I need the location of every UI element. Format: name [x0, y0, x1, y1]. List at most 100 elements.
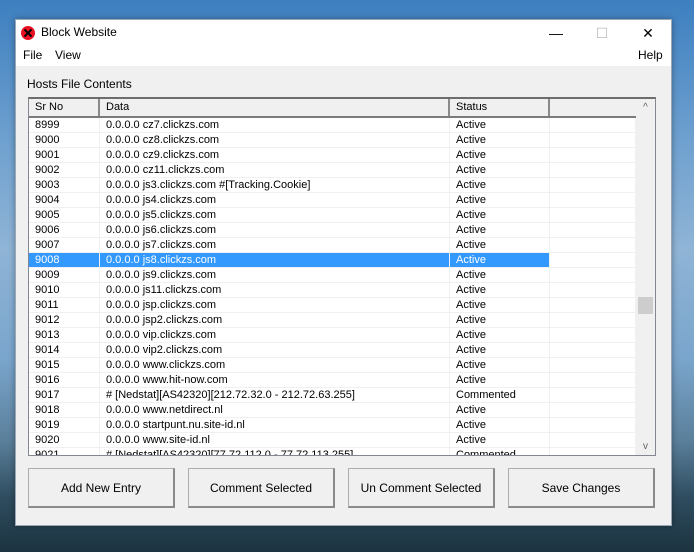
cell-empty	[550, 193, 636, 207]
cell-status: Active	[450, 118, 550, 132]
cell-sr-no: 9016	[29, 373, 100, 387]
cell-status: Active	[450, 358, 550, 372]
table-row[interactable]: 9007 0.0.0.0 js7.clickzs.com Active	[29, 238, 636, 253]
cell-status: Active	[450, 223, 550, 237]
column-header-empty[interactable]	[550, 99, 636, 116]
column-header-data[interactable]: Data	[100, 99, 450, 116]
table-row[interactable]: 9006 0.0.0.0 js6.clickzs.com Active	[29, 223, 636, 238]
table-row[interactable]: 9017 # [Nedstat][AS42320][212.72.32.0 - 2…	[29, 388, 636, 403]
cell-data: 0.0.0.0 cz9.clickzs.com	[100, 148, 450, 162]
scroll-down-icon[interactable]: v	[636, 438, 655, 455]
cell-data: 0.0.0.0 js7.clickzs.com	[100, 238, 450, 252]
table-row[interactable]: 9013 0.0.0.0 vip.clickzs.com Active	[29, 328, 636, 343]
cell-sr-no: 9001	[29, 148, 100, 162]
minimize-button[interactable]: —	[533, 20, 579, 46]
cell-status: Active	[450, 148, 550, 162]
cell-sr-no: 9007	[29, 238, 100, 252]
cell-sr-no: 9011	[29, 298, 100, 312]
cell-empty	[550, 448, 636, 455]
cell-empty	[550, 373, 636, 387]
table-row[interactable]: 9008 0.0.0.0 js8.clickzs.com Active	[29, 253, 636, 268]
table-row[interactable]: 9021 # [Nedstat][AS42320][77.72.112.0 - 7…	[29, 448, 636, 455]
cell-empty	[550, 268, 636, 282]
cell-data: 0.0.0.0 js9.clickzs.com	[100, 268, 450, 282]
cell-data: 0.0.0.0 vip.clickzs.com	[100, 328, 450, 342]
menu-bar: File View Help	[16, 46, 671, 66]
scroll-up-icon[interactable]: ^	[636, 99, 655, 116]
cell-data: 0.0.0.0 js4.clickzs.com	[100, 193, 450, 207]
maximize-button[interactable]: ☐	[579, 20, 625, 46]
hosts-list[interactable]: Sr No Data Status 8999 0.0.0.0 cz7.clickz…	[28, 97, 656, 456]
cell-data: 0.0.0.0 jsp.clickzs.com	[100, 298, 450, 312]
cell-status: Active	[450, 343, 550, 357]
menu-view[interactable]: View	[55, 48, 81, 62]
block-website-window: Block Website — ☐ ✕ File View Help Hosts…	[15, 19, 672, 526]
table-row[interactable]: 8999 0.0.0.0 cz7.clickzs.com Active	[29, 118, 636, 133]
cell-sr-no: 9002	[29, 163, 100, 177]
cell-empty	[550, 238, 636, 252]
table-row[interactable]: 9012 0.0.0.0 jsp2.clickzs.com Active	[29, 313, 636, 328]
cell-status: Active	[450, 253, 550, 267]
table-row[interactable]: 9015 0.0.0.0 www.clickzs.com Active	[29, 358, 636, 373]
cell-sr-no: 8999	[29, 118, 100, 132]
table-row[interactable]: 9005 0.0.0.0 js5.clickzs.com Active	[29, 208, 636, 223]
table-row[interactable]: 9014 0.0.0.0 vip2.clickzs.com Active	[29, 343, 636, 358]
vertical-scrollbar[interactable]: ^ v	[636, 99, 655, 455]
comment-selected-button[interactable]: Comment Selected	[188, 468, 335, 508]
cell-sr-no: 9018	[29, 403, 100, 417]
cell-empty	[550, 298, 636, 312]
cell-empty	[550, 433, 636, 447]
cell-data: # [Nedstat][AS42320][77.72.112.0 - 77.72…	[100, 448, 450, 455]
menu-file[interactable]: File	[23, 48, 42, 62]
menu-help[interactable]: Help	[638, 48, 663, 62]
close-button[interactable]: ✕	[625, 20, 671, 46]
table-row[interactable]: 9020 0.0.0.0 www.site-id.nl Active	[29, 433, 636, 448]
table-row[interactable]: 9010 0.0.0.0 js11.clickzs.com Active	[29, 283, 636, 298]
cell-data: 0.0.0.0 js3.clickzs.com #[Tracking.Cooki…	[100, 178, 450, 192]
cell-sr-no: 9014	[29, 343, 100, 357]
title-bar[interactable]: Block Website — ☐ ✕	[16, 20, 671, 46]
cell-empty	[550, 133, 636, 147]
cell-empty	[550, 418, 636, 432]
cell-data: 0.0.0.0 jsp2.clickzs.com	[100, 313, 450, 327]
cell-empty	[550, 403, 636, 417]
column-header-sr-no[interactable]: Sr No	[29, 99, 100, 116]
table-row[interactable]: 9003 0.0.0.0 js3.clickzs.com #[Tracking.C…	[29, 178, 636, 193]
cell-empty	[550, 358, 636, 372]
cell-status: Active	[450, 403, 550, 417]
cell-sr-no: 9009	[29, 268, 100, 282]
app-block-icon	[21, 26, 35, 40]
table-row[interactable]: 9000 0.0.0.0 cz8.clickzs.com Active	[29, 133, 636, 148]
table-row[interactable]: 9011 0.0.0.0 jsp.clickzs.com Active	[29, 298, 636, 313]
cell-status: Active	[450, 283, 550, 297]
table-row[interactable]: 9019 0.0.0.0 startpunt.nu.site-id.nl Activ…	[29, 418, 636, 433]
window-title: Block Website	[41, 25, 117, 39]
table-row[interactable]: 9016 0.0.0.0 www.hit-now.com Active	[29, 373, 636, 388]
add-new-entry-button[interactable]: Add New Entry	[28, 468, 175, 508]
uncomment-selected-button[interactable]: Un Comment Selected	[348, 468, 495, 508]
table-row[interactable]: 9009 0.0.0.0 js9.clickzs.com Active	[29, 268, 636, 283]
cell-sr-no: 9004	[29, 193, 100, 207]
cell-empty	[550, 313, 636, 327]
cell-sr-no: 9005	[29, 208, 100, 222]
scroll-thumb[interactable]	[638, 297, 653, 314]
cell-data: 0.0.0.0 startpunt.nu.site-id.nl	[100, 418, 450, 432]
column-header-status[interactable]: Status	[450, 99, 550, 116]
cell-status: Commented	[450, 448, 550, 455]
cell-empty	[550, 283, 636, 297]
cell-data: 0.0.0.0 js6.clickzs.com	[100, 223, 450, 237]
cell-status: Active	[450, 328, 550, 342]
cell-empty	[550, 118, 636, 132]
cell-sr-no: 9003	[29, 178, 100, 192]
table-row[interactable]: 9002 0.0.0.0 cz11.clickzs.com Active	[29, 163, 636, 178]
cell-status: Active	[450, 178, 550, 192]
cell-status: Active	[450, 298, 550, 312]
save-changes-button[interactable]: Save Changes	[508, 468, 655, 508]
cell-sr-no: 9012	[29, 313, 100, 327]
cell-sr-no: 9017	[29, 388, 100, 402]
cell-sr-no: 9000	[29, 133, 100, 147]
table-row[interactable]: 9018 0.0.0.0 www.netdirect.nl Active	[29, 403, 636, 418]
cell-status: Active	[450, 268, 550, 282]
table-row[interactable]: 9004 0.0.0.0 js4.clickzs.com Active	[29, 193, 636, 208]
table-row[interactable]: 9001 0.0.0.0 cz9.clickzs.com Active	[29, 148, 636, 163]
